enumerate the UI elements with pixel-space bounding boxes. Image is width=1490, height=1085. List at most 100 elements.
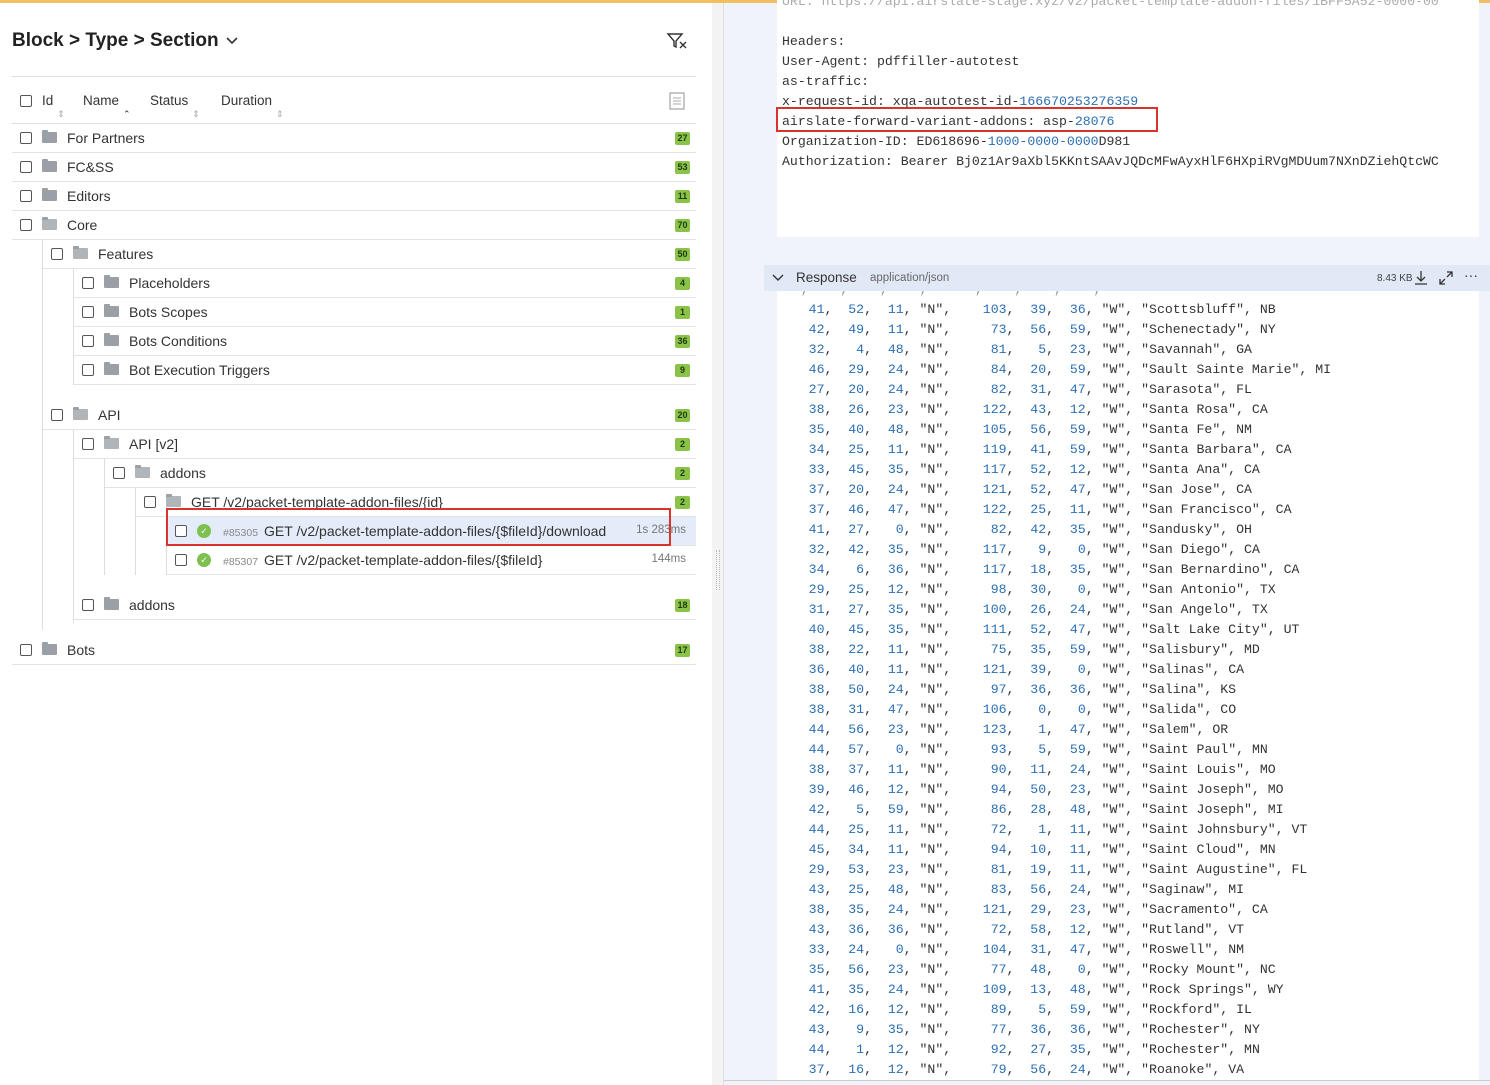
row-checkbox[interactable] (82, 306, 94, 318)
column-name-label: Name (83, 93, 120, 108)
json-value: 12 (887, 1062, 904, 1077)
json-value: CA (1283, 562, 1300, 577)
chevron-down-icon[interactable] (772, 273, 784, 283)
tree-folder-row[interactable]: Features 50 (43, 240, 696, 269)
json-value: 34 (808, 562, 825, 577)
json-value: 56 (1030, 322, 1047, 337)
json-value: 11 (1069, 822, 1086, 837)
json-value: 16 (848, 1062, 865, 1077)
row-checkbox[interactable] (175, 554, 187, 566)
splitter-grip-icon[interactable] (716, 550, 720, 590)
row-checkbox[interactable] (51, 409, 63, 421)
json-value: 11 (887, 822, 904, 837)
row-checkbox[interactable] (113, 467, 125, 479)
tree-folder-row[interactable]: API 20 (43, 401, 696, 430)
row-checkbox[interactable] (144, 496, 156, 508)
grouping-selector[interactable]: Block > Type > Section (12, 30, 239, 52)
row-checkbox[interactable] (82, 599, 94, 611)
tree-folder-row[interactable]: FC&SS 53 (12, 153, 696, 182)
row-checkbox[interactable] (20, 132, 32, 144)
json-value: W (1109, 762, 1118, 777)
response-header[interactable]: Response application/json 8.43 KB ··· (764, 265, 1490, 291)
download-icon[interactable] (1414, 270, 1428, 286)
count-badge: 2 (675, 496, 690, 509)
json-value: N (927, 862, 936, 877)
json-value: OR (1212, 722, 1229, 737)
json-value: 13 (1030, 982, 1047, 997)
json-value: W (1109, 1022, 1118, 1037)
json-value: 47 (1069, 942, 1086, 957)
row-checkbox[interactable] (82, 364, 94, 376)
filter-clear-icon[interactable] (666, 31, 688, 51)
tree-folder-row[interactable]: Bot Execution Triggers 9 (74, 356, 696, 385)
json-value: 41 (1030, 442, 1047, 457)
json-value: IL (1236, 1002, 1252, 1017)
json-value: NC (1259, 962, 1276, 977)
tree-folder-row[interactable]: Bots Conditions 36 (74, 327, 696, 356)
tree-folder-row[interactable]: Editors 11 (12, 182, 696, 211)
json-value: 47 (1069, 482, 1086, 497)
tree-folder-row[interactable]: For Partners 27 (12, 124, 696, 153)
row-checkbox[interactable] (82, 335, 94, 347)
tree-folder-row[interactable]: Bots 17 (12, 636, 696, 665)
json-value: 33 (808, 462, 825, 477)
json-value: W (1109, 662, 1118, 677)
test-row[interactable]: ✓ #85307 GET /v2/packet-template-addon-fil… (167, 546, 696, 575)
columns-settings-icon[interactable] (667, 91, 687, 111)
json-value: NY (1259, 322, 1276, 337)
tree-folder-row[interactable]: API [v2] 2 (74, 430, 696, 459)
select-all-checkbox[interactable] (20, 95, 32, 107)
json-value: MD (1244, 642, 1260, 657)
folder-label: Features (98, 246, 154, 262)
json-value: OH (1236, 522, 1252, 537)
sort-icon: ⇕ (276, 109, 284, 119)
highlight-header (776, 107, 1158, 132)
column-duration[interactable]: Duration ⇕ (221, 93, 284, 119)
json-value: W (1109, 902, 1118, 917)
request-line: User-Agent: pdffiller-autotest (777, 52, 1479, 72)
column-status[interactable]: Status ⇕ (150, 93, 200, 119)
expand-icon[interactable] (1438, 270, 1454, 286)
tree-folder-row[interactable]: Core 70 (12, 211, 696, 240)
json-value: W (1109, 502, 1118, 517)
panel-splitter[interactable] (712, 3, 724, 1085)
column-id[interactable]: Id ⇕ (42, 93, 65, 119)
json-value: 94 (990, 782, 1007, 797)
row-checkbox[interactable] (82, 438, 94, 450)
folder-label: Bots Conditions (129, 333, 228, 349)
json-value: 12 (1069, 402, 1086, 417)
test-duration: 144ms (651, 553, 686, 565)
json-value: UT (1283, 622, 1300, 637)
tree-folder-row[interactable]: Placeholders 4 (74, 269, 696, 298)
json-value: 106 (982, 702, 1007, 717)
json-value: N (927, 622, 936, 637)
json-value: 117 (982, 562, 1007, 577)
test-tree-panel: Block > Type > Section Id ⇕ Name ⌃ Status ⇕… (0, 3, 712, 1085)
row-checkbox[interactable] (20, 190, 32, 202)
tree-folder-row[interactable]: addons 2 (105, 459, 696, 488)
json-value: 24 (848, 942, 865, 957)
json-value: 9 (856, 1022, 865, 1037)
tree-folder-row[interactable]: addons 18 (74, 591, 696, 620)
json-value: 36 (1069, 682, 1086, 697)
json-value: 23 (887, 862, 904, 877)
json-value: 20 (848, 482, 865, 497)
json-value: 42 (808, 802, 825, 817)
json-value: Savannah (1149, 342, 1213, 357)
row-checkbox[interactable] (20, 161, 32, 173)
row-checkbox[interactable] (20, 644, 32, 656)
response-line: 33, 24, 0, "N", 104, 31, 47, "W", "Roswe… (808, 942, 1245, 957)
column-name[interactable]: Name ⌃ (83, 93, 131, 119)
json-value: GA (1236, 342, 1252, 357)
tree-folder-row[interactable]: Bots Scopes 1 (74, 298, 696, 327)
more-options-icon[interactable]: ··· (1464, 267, 1478, 283)
json-value: 38 (808, 642, 825, 657)
json-value: N (927, 822, 936, 837)
row-checkbox[interactable] (51, 248, 63, 260)
json-value: 11 (887, 642, 904, 657)
row-checkbox[interactable] (82, 277, 94, 289)
row-checkbox[interactable] (20, 219, 32, 231)
json-value: CA (1275, 442, 1292, 457)
json-value: 36 (1030, 682, 1047, 697)
json-value: 32 (808, 542, 825, 557)
